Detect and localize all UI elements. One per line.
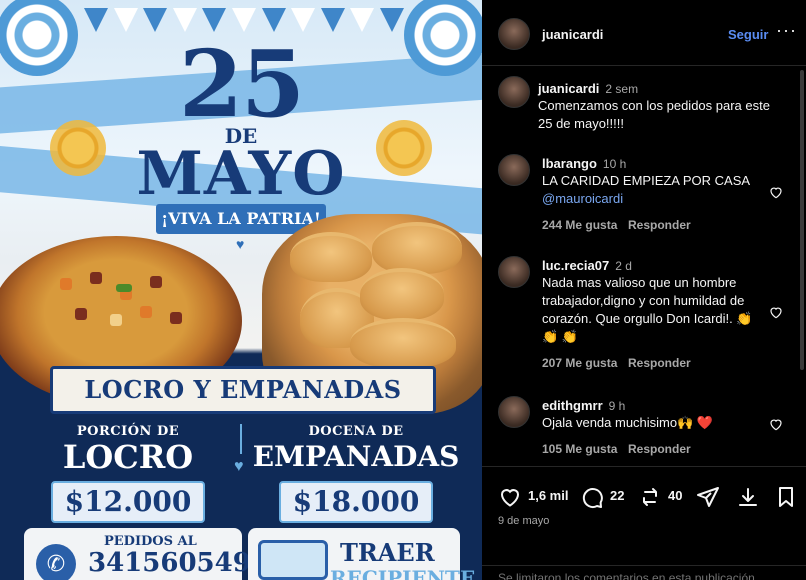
heart-icon: ♥ (234, 458, 244, 475)
locro-label: LOCRO (62, 438, 194, 476)
caption-time[interactable]: 2 sem (605, 82, 638, 96)
reply-button[interactable]: Responder (628, 218, 691, 232)
comment-text: Ojala venda muchisimo🙌 ❤️ (542, 415, 714, 430)
post-actions: 1,6 mil 22 40 9 de mayo Se limitaron los… (482, 466, 806, 580)
comment-username[interactable]: edithgmrr (542, 398, 603, 413)
comments-count[interactable]: 22 (610, 488, 624, 503)
repost-icon[interactable] (638, 485, 662, 509)
like-comment-heart-icon[interactable] (768, 304, 784, 320)
comment-username[interactable]: lbarango (542, 156, 597, 171)
post-date[interactable]: 9 de mayo (498, 515, 549, 527)
empanada (290, 232, 372, 282)
more-options-icon[interactable]: ··· (776, 20, 797, 41)
poster-title-month: MAYO (136, 139, 346, 209)
empanada (372, 222, 462, 274)
comment-username[interactable]: luc.recia07 (542, 258, 609, 273)
empanada (350, 318, 456, 368)
reposts-count[interactable]: 40 (668, 488, 682, 503)
locro-price: $12.000 (50, 481, 206, 523)
comment-header: edithgmrr 9 h (542, 398, 625, 413)
bring-label-2: RECIPIENTE (330, 566, 476, 580)
empanadas-sub: DOCENA DE (308, 424, 404, 439)
comment-mention[interactable]: @mauroicardi (542, 191, 623, 206)
comment-icon[interactable] (580, 485, 604, 509)
comment-text: LA CARIDAD EMPIEZA POR CASA @mauroicardi (542, 172, 762, 208)
post-side-panel: juanicardi Seguir ··· juanicardi 2 sem Co… (482, 0, 806, 580)
download-icon[interactable] (736, 485, 760, 509)
comment-time[interactable]: 10 h (603, 157, 626, 171)
comment-likes[interactable]: 207 Me gusta (542, 356, 617, 370)
empanadas-price-panel: DOCENA DE EMPANADAS $18.000 (244, 418, 468, 524)
divider (482, 565, 806, 566)
caption-text: Comenzamos con los pedidos para este 25 … (538, 98, 770, 131)
post-header: juanicardi Seguir ··· (482, 0, 806, 66)
caption-username[interactable]: juanicardi (538, 81, 599, 96)
like-comment-heart-icon[interactable] (768, 184, 784, 200)
food-container-icon (258, 540, 328, 580)
comment-time[interactable]: 9 h (609, 399, 626, 413)
bring-label: TRAER (340, 538, 435, 567)
save-bookmark-icon[interactable] (774, 485, 798, 509)
like-heart-icon[interactable] (498, 485, 522, 509)
share-icon[interactable] (696, 485, 720, 509)
comment-likes[interactable]: 105 Me gusta (542, 442, 617, 456)
heart-icon: ♥ (236, 236, 245, 252)
follow-button[interactable]: Seguir (728, 27, 768, 42)
comment-header: luc.recia07 2 d (542, 258, 632, 273)
comment-time[interactable]: 2 d (615, 259, 632, 273)
comment-body: LA CARIDAD EMPIEZA POR CASA (542, 173, 751, 188)
like-comment-heart-icon[interactable] (768, 416, 784, 432)
poster-title-number: 25 (178, 30, 305, 138)
reply-button[interactable]: Responder (628, 356, 691, 370)
avatar[interactable] (498, 256, 530, 288)
avatar[interactable] (498, 154, 530, 186)
locro-price-panel: PORCIÓN DE LOCRO $12.000 (16, 418, 240, 524)
avatar[interactable] (498, 396, 530, 428)
comments-limited-notice: Se limitaron los comentarios en esta pub… (498, 571, 759, 580)
order-phone: 3415605492 (88, 548, 269, 578)
whatsapp-icon: ✆ (36, 544, 76, 580)
comment-likes[interactable]: 244 Me gusta (542, 218, 617, 232)
order-label: PEDIDOS AL (104, 534, 197, 549)
poster-banner: LOCRO Y EMPANADAS (50, 366, 436, 414)
post-image[interactable]: 25 DE MAYO ¡VIVA LA PATRIA! ♥ LOCRO Y EM… (0, 0, 482, 580)
empanadas-label: EMPANADAS (252, 440, 460, 473)
header-username[interactable]: juanicardi (542, 27, 603, 42)
locro-ingredients (50, 268, 200, 338)
comment-header: lbarango 10 h (542, 156, 626, 171)
divider (240, 424, 242, 454)
scrollbar[interactable] (800, 70, 804, 370)
comment-text: Nada mas valioso que un hombre trabajado… (542, 275, 753, 344)
locro-sub: PORCIÓN DE (76, 424, 180, 439)
avatar[interactable] (498, 18, 530, 50)
caption-header: juanicardi 2 sem (538, 80, 638, 98)
empanadas-price: $18.000 (278, 481, 434, 523)
likes-count[interactable]: 1,6 mil (528, 488, 568, 503)
avatar[interactable] (498, 76, 530, 108)
comments-scroll-area[interactable]: juanicardi 2 sem Comenzamos con los pedid… (482, 66, 800, 466)
reply-button[interactable]: Responder (628, 442, 691, 456)
empanada (360, 268, 444, 320)
